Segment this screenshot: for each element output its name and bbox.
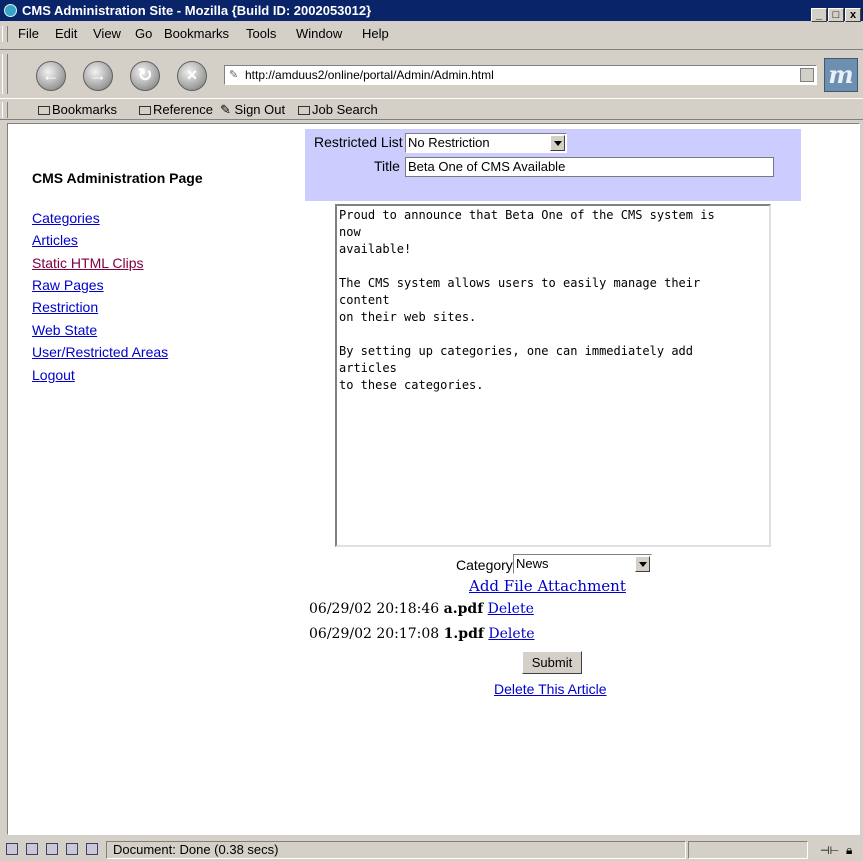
window-controls: _ □ x: [810, 3, 861, 24]
composer-icon[interactable]: [46, 843, 58, 855]
menu-go[interactable]: Go: [135, 26, 152, 41]
security-icon[interactable]: 🔒︎: [846, 843, 852, 858]
bookmark-folder-job-search[interactable]: Job Search: [298, 102, 378, 117]
delete-attachment-link[interactable]: Delete: [488, 626, 534, 642]
category-value: News: [516, 556, 549, 571]
chat-icon[interactable]: [86, 843, 98, 855]
reload-button[interactable]: ↻: [130, 61, 160, 91]
attachment-filename: 1.pdf: [443, 626, 484, 642]
bookmarks-grip[interactable]: [2, 102, 8, 118]
menu-tools[interactable]: Tools: [246, 26, 276, 41]
forward-arrow-icon: →: [89, 65, 107, 85]
menu-bar: File Edit View Go Bookmarks Tools Window…: [0, 23, 863, 45]
category-label: Category: [456, 557, 513, 573]
folder-icon: [38, 106, 50, 115]
menu-help[interactable]: Help: [362, 26, 389, 41]
progress-panel: [688, 841, 808, 859]
submit-button[interactable]: Submit: [522, 651, 582, 674]
menu-file[interactable]: File: [18, 26, 39, 41]
url-history-dropdown[interactable]: [800, 68, 814, 82]
navigator-icon[interactable]: [6, 843, 18, 855]
category-select[interactable]: News: [513, 554, 652, 574]
restricted-list-label: Restricted List: [314, 134, 403, 150]
close-button[interactable]: x: [845, 8, 861, 22]
sidebar-link-categories[interactable]: Categories: [32, 210, 100, 226]
attachment-filename: a.pdf: [443, 601, 484, 617]
bookmark-folder-bookmarks[interactable]: Bookmarks: [38, 102, 117, 117]
online-status-icon[interactable]: ⊣⊢: [820, 844, 839, 857]
sidebar-link-raw-pages[interactable]: Raw Pages: [32, 277, 104, 293]
page-content: CMS Administration Page Categories Artic…: [7, 123, 860, 835]
bookmarks-toolbar: Bookmarks Reference ✎ Sign Out Job Searc…: [0, 100, 863, 120]
dropdown-arrow-icon[interactable]: [635, 556, 650, 572]
menu-bookmarks[interactable]: Bookmarks: [164, 26, 229, 41]
attachment-row: 06/29/02 20:17:08 1.pdf Delete: [309, 626, 535, 642]
url-text[interactable]: http://amduus2/online/portal/Admin/Admin…: [245, 66, 494, 84]
bookmark-folder-reference[interactable]: Reference: [139, 102, 213, 117]
toolbar-grip[interactable]: [2, 54, 8, 94]
mozilla-throbber-logo[interactable]: m: [824, 58, 858, 92]
delete-article-link[interactable]: Delete This Article: [494, 681, 607, 697]
restricted-list-value: No Restriction: [408, 135, 490, 150]
menu-window[interactable]: Window: [296, 26, 342, 41]
attachment-timestamp: 06/29/02 20:17:08: [309, 626, 440, 642]
stop-icon: ×: [186, 65, 198, 85]
sidebar-link-user-restricted-areas[interactable]: User/Restricted Areas: [32, 344, 168, 360]
sidebar-link-restriction[interactable]: Restriction: [32, 299, 98, 315]
sidebar-link-articles[interactable]: Articles: [32, 232, 78, 248]
bookmark-sign-out[interactable]: ✎ Sign Out: [220, 102, 285, 118]
title-label: Title: [374, 158, 400, 174]
back-arrow-icon: ←: [42, 65, 60, 85]
menu-view[interactable]: View: [93, 26, 121, 41]
back-button[interactable]: ←: [36, 61, 66, 91]
restricted-list-select[interactable]: No Restriction: [405, 133, 567, 153]
stop-button[interactable]: ×: [177, 61, 207, 91]
bookmark-link-icon: ✎: [220, 102, 235, 117]
sidebar-link-static-html-clips[interactable]: Static HTML Clips: [32, 255, 144, 271]
forward-button[interactable]: →: [83, 61, 113, 91]
minimize-button[interactable]: _: [811, 8, 827, 22]
reload-icon: ↻: [137, 65, 153, 85]
maximize-button[interactable]: □: [828, 8, 844, 22]
title-input[interactable]: Beta One of CMS Available: [405, 157, 774, 177]
article-body-textarea[interactable]: Proud to announce that Beta One of the C…: [335, 204, 771, 547]
sidebar-link-logout[interactable]: Logout: [32, 367, 75, 383]
dropdown-arrow-icon[interactable]: [550, 135, 565, 151]
menubar-grip[interactable]: [2, 26, 8, 42]
url-bar[interactable]: ✎ http://amduus2/online/portal/Admin/Adm…: [224, 65, 817, 85]
page-proxy-icon: ✎: [229, 69, 239, 81]
attachment-timestamp: 06/29/02 20:18:46: [309, 601, 440, 617]
folder-icon: [298, 106, 310, 115]
status-bar: Document: Done (0.38 secs) ⊣⊢ 🔒︎: [0, 839, 863, 861]
address-book-icon[interactable]: [66, 843, 78, 855]
attachment-row: 06/29/02 20:18:46 a.pdf Delete: [309, 601, 534, 617]
sidebar-link-web-state[interactable]: Web State: [32, 322, 97, 338]
window-titlebar[interactable]: CMS Administration Site - Mozilla {Build…: [0, 0, 863, 24]
add-file-attachment-link[interactable]: Add File Attachment: [469, 577, 626, 595]
mozilla-icon: [4, 4, 17, 17]
page-title: CMS Administration Page: [32, 170, 203, 186]
delete-attachment-link[interactable]: Delete: [488, 601, 534, 617]
navigation-toolbar: ← → ↻ × ✎ http://amduus2/online/portal/A…: [0, 49, 863, 99]
mail-icon[interactable]: [26, 843, 38, 855]
status-text: Document: Done (0.38 secs): [106, 841, 686, 859]
window-title: CMS Administration Site - Mozilla {Build…: [22, 3, 372, 18]
menu-edit[interactable]: Edit: [55, 26, 77, 41]
folder-icon: [139, 106, 151, 115]
